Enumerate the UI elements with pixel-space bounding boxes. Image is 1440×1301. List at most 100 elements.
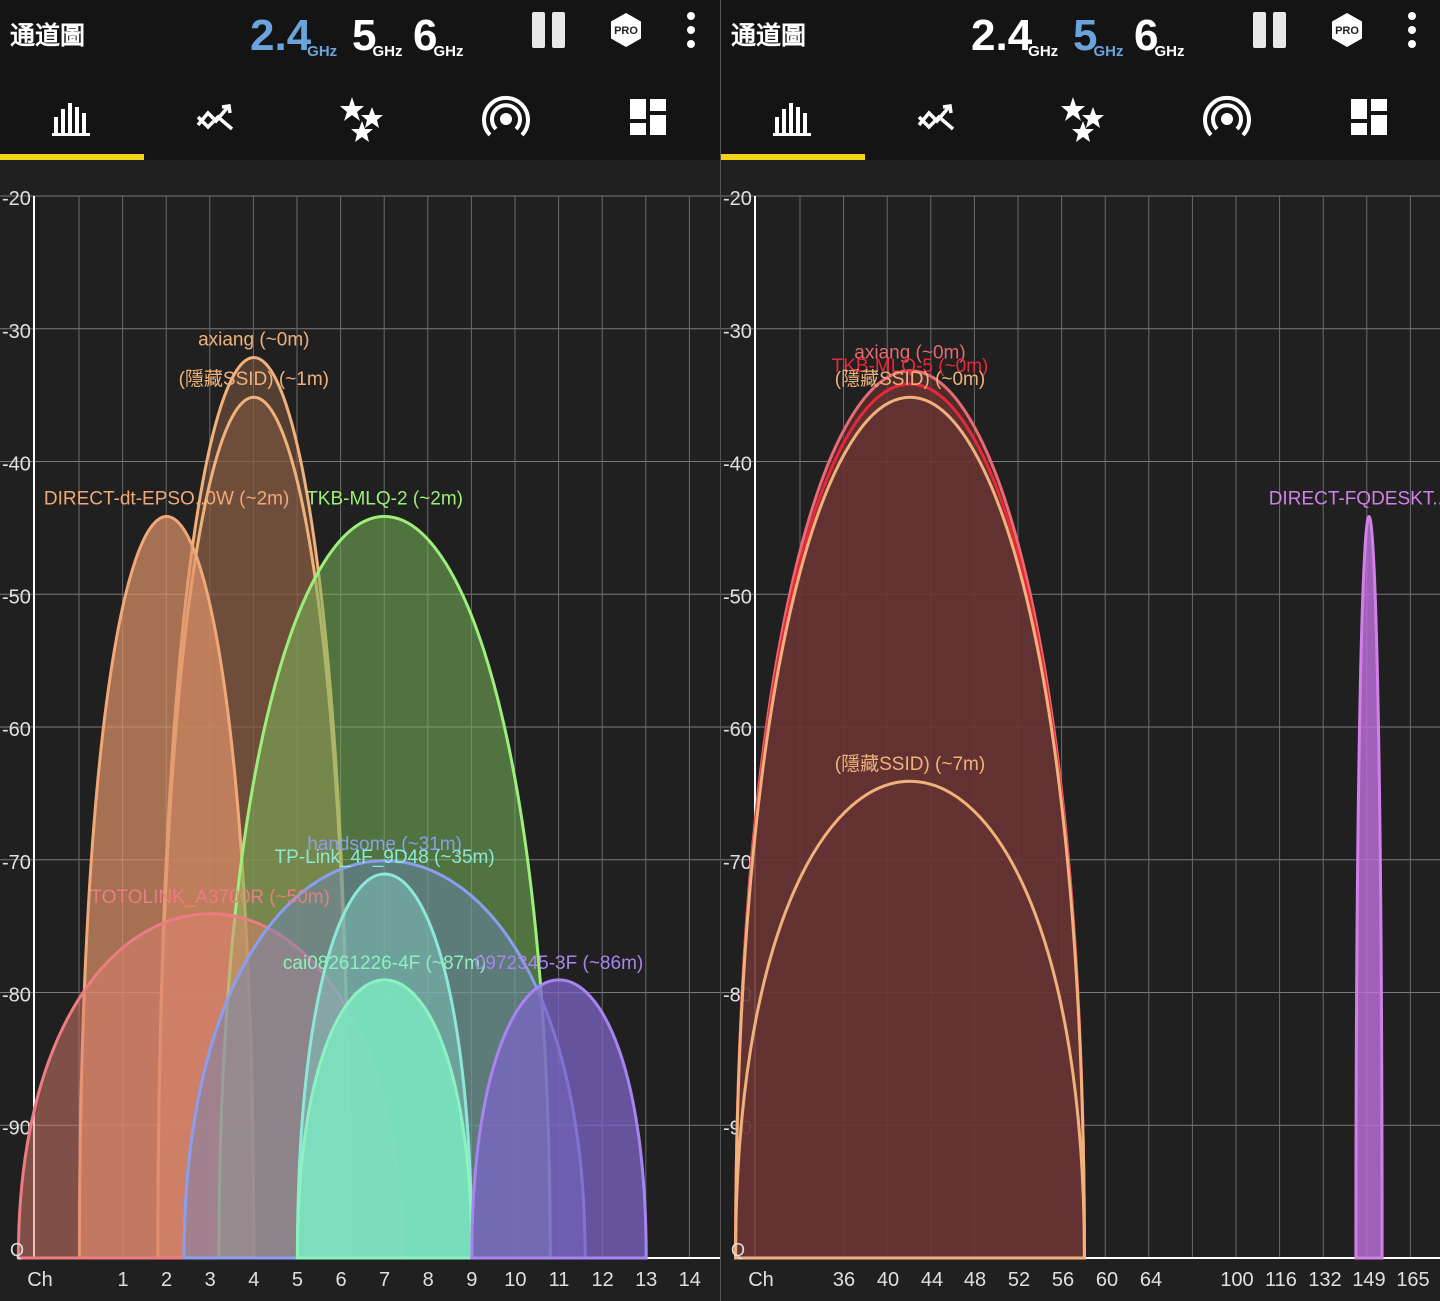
band-6-unit: GHz: [433, 43, 464, 60]
y-tick-label: -90: [2, 1117, 31, 1139]
network-label: cai08261226-4F (~87m): [283, 953, 486, 974]
network-label: axiang (~0m): [198, 329, 309, 350]
network-label: TOTOLINK_A3700R (~50m): [90, 887, 330, 908]
x-tick-label: 40: [877, 1269, 899, 1291]
bottom-label: Q: [731, 1240, 745, 1260]
y-tick-label: -40: [723, 454, 752, 476]
x-axis-label: Ch: [748, 1269, 774, 1291]
channel-graph-svg: -20 -30 -40 -50 -60 -70 -80 -90 axiang (~0m) (隱藏S…: [0, 188, 720, 1291]
tab-time-graph[interactable]: [144, 75, 288, 160]
band-24-number: 2.4: [250, 11, 312, 60]
tab-channel-rating[interactable]: [288, 75, 432, 160]
x-tick-label: 4: [248, 1269, 259, 1291]
x-tick-label: 100: [1220, 1269, 1253, 1291]
pro-label: PRO: [1335, 25, 1359, 37]
dashboard-icon: [630, 99, 666, 135]
x-tick-label: 132: [1308, 1269, 1341, 1291]
x-tick-label: 9: [466, 1269, 477, 1291]
channel-graph-svg: -20-30-40-50-60-70-80-90axiang (~0m)TKB-…: [721, 188, 1440, 1291]
trend-chart-icon: [917, 104, 955, 131]
band-5-unit: GHz: [372, 43, 403, 60]
y-tick-label: -70: [723, 852, 752, 874]
network-label: DIRECT-dt-EPSO..0W (~2m): [44, 489, 289, 510]
x-axis-label: Ch: [27, 1269, 53, 1291]
x-tick-label: 36: [833, 1269, 855, 1291]
band-6-unit: GHz: [1154, 43, 1185, 60]
tab-channel-graph[interactable]: [721, 75, 865, 160]
x-tick-label: 3: [205, 1269, 216, 1291]
stars-icon: [1061, 97, 1104, 142]
x-tick-label: 6: [335, 1269, 346, 1291]
pro-badge-icon[interactable]: PRO: [1329, 12, 1365, 48]
pause-icon[interactable]: [1253, 12, 1291, 50]
app-bar: 通道圖 2.4GHz 5GHz 6GHz PRO: [0, 0, 720, 160]
pause-icon[interactable]: [532, 12, 570, 50]
tab-bar: [0, 75, 720, 160]
hotspot-icon: [482, 95, 530, 137]
more-menu-icon[interactable]: [680, 12, 702, 52]
channel-graph-chart: -20-30-40-50-60-70-80-90axiang (~0m)TKB-…: [721, 160, 1440, 1301]
x-tick-label: 116: [1265, 1269, 1297, 1291]
more-menu-icon[interactable]: [1401, 12, 1423, 52]
tab-bar: [721, 75, 1440, 160]
network-curve: [1354, 515, 1384, 1260]
x-tick-label: 165: [1396, 1269, 1429, 1291]
network-label: (隱藏SSID) (~7m): [835, 753, 985, 775]
x-tick-label: 8: [423, 1269, 434, 1291]
y-tick-label: -60: [723, 719, 752, 741]
y-tick-label: -20: [2, 188, 31, 210]
x-tick-label: 10: [504, 1269, 526, 1291]
x-tick-label: 11: [549, 1269, 570, 1291]
x-tick-label: 2: [161, 1269, 172, 1291]
tab-access-points[interactable]: [1153, 75, 1297, 160]
x-tick-label: 56: [1052, 1269, 1074, 1291]
bar-chart-icon: [52, 103, 90, 136]
tab-channel-graph[interactable]: [0, 75, 144, 160]
network-label: DIRECT-FQDESKT..PH: [1269, 489, 1440, 510]
y-tick-label: -60: [2, 719, 31, 741]
band-24-button[interactable]: 2.4GHz: [250, 10, 337, 62]
pro-badge-icon[interactable]: PRO: [608, 12, 644, 48]
band-6-button[interactable]: 6GHz: [413, 10, 463, 62]
stars-icon: [340, 97, 383, 142]
page-title: 通道圖: [10, 22, 86, 50]
y-tick-label: -50: [723, 586, 752, 608]
x-tick-label: 13: [635, 1269, 657, 1291]
x-tick-label: 149: [1352, 1269, 1385, 1291]
tab-dashboard[interactable]: [576, 75, 720, 160]
x-tick-label: 64: [1140, 1269, 1162, 1291]
tab-time-graph[interactable]: [865, 75, 1009, 160]
x-tick-label: 52: [1008, 1269, 1030, 1291]
x-tick-label: 48: [964, 1269, 986, 1291]
hotspot-icon: [1203, 95, 1251, 137]
x-tick-label: 14: [679, 1269, 701, 1291]
band-5-unit: GHz: [1093, 43, 1124, 60]
network-label: (隱藏SSID) (~0m): [835, 368, 985, 390]
tab-access-points[interactable]: [432, 75, 576, 160]
x-tick-label: 60: [1096, 1269, 1118, 1291]
pro-label: PRO: [614, 25, 638, 37]
band-6-button[interactable]: 6GHz: [1134, 10, 1184, 62]
y-tick-label: -70: [2, 852, 31, 874]
y-tick-label: -40: [2, 454, 31, 476]
band-24-unit: GHz: [1028, 43, 1059, 60]
channel-graph-panel-24ghz: 通道圖 2.4GHz 5GHz 6GHz PRO -20 -30 -40 -50…: [0, 0, 720, 1301]
y-tick-label: -80: [2, 985, 31, 1007]
x-tick-label: 44: [921, 1269, 943, 1291]
tab-dashboard[interactable]: [1297, 75, 1440, 160]
dashboard-icon: [1351, 99, 1387, 135]
channel-graph-panel-5ghz: 通道圖 2.4GHz 5GHz 6GHz PRO -20 -30 -40 -50…: [720, 0, 1440, 1301]
band-24-button[interactable]: 2.4GHz: [971, 10, 1058, 62]
network-label: TP-Link_4F_9D48 (~35m): [275, 847, 495, 868]
y-tick-label: -30: [723, 321, 752, 343]
network-label: (隱藏SSID) (~1m): [179, 368, 329, 390]
bar-chart-icon: [773, 103, 811, 136]
y-tick-label: -50: [2, 586, 31, 608]
tab-channel-rating[interactable]: [1009, 75, 1153, 160]
x-tick-label: 12: [591, 1269, 613, 1291]
band-5-button[interactable]: 5GHz: [352, 10, 402, 62]
network-label: TKB-MLQ-2 (~2m): [306, 489, 463, 510]
x-tick-label: 1: [117, 1269, 128, 1291]
y-tick-label: -30: [2, 321, 31, 343]
band-5-button[interactable]: 5GHz: [1073, 10, 1123, 62]
